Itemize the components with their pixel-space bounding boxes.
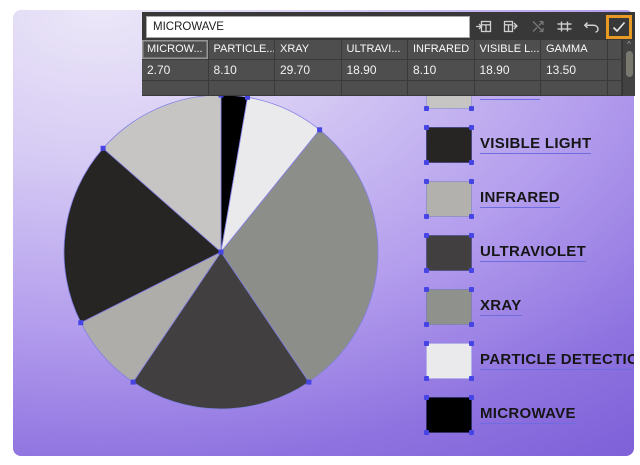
table-header-stub — [607, 40, 622, 60]
selection-handle[interactable] — [469, 322, 474, 327]
table-header-cell[interactable]: XRAY — [275, 40, 342, 60]
table-scrollbar[interactable]: ^ — [622, 40, 635, 96]
import-data-icon[interactable] — [470, 16, 497, 38]
scroll-up-icon[interactable]: ^ — [627, 41, 631, 49]
legend-label[interactable]: INFRARED — [480, 190, 560, 208]
transpose-row-column-icon[interactable] — [497, 16, 524, 38]
table-empty-cell[interactable] — [341, 81, 408, 96]
legend-item[interactable]: XRAY — [424, 287, 522, 327]
selection-handle[interactable] — [424, 179, 429, 184]
table-value-cell[interactable]: 29.70 — [275, 60, 342, 81]
legend-label[interactable]: PARTICLE DETECTION — [480, 352, 634, 370]
legend-label[interactable]: MICROWAVE — [480, 406, 576, 424]
table-value-cell[interactable]: 8.10 — [408, 60, 475, 81]
selection-handle[interactable] — [424, 376, 429, 381]
legend-swatch[interactable] — [424, 395, 474, 435]
table-value-cell[interactable]: 18.90 — [474, 60, 541, 81]
selection-handle[interactable] — [469, 106, 474, 111]
selection-handle[interactable] — [424, 160, 429, 165]
legend-item[interactable]: VISIBLE LIGHT — [424, 125, 592, 165]
table-empty-cell[interactable] — [408, 81, 475, 96]
selection-handle[interactable] — [424, 341, 429, 346]
selection-handle[interactable] — [469, 160, 474, 165]
table-empty-cell[interactable] — [142, 81, 209, 96]
table-header-cell[interactable]: PARTICLE... — [208, 40, 275, 60]
table-empty-cell[interactable] — [275, 81, 342, 96]
table-empty-cell[interactable] — [208, 81, 275, 96]
revert-icon[interactable] — [578, 16, 605, 38]
legend-swatch[interactable] — [424, 179, 474, 219]
selection-handle[interactable] — [424, 430, 429, 435]
selection-handle[interactable] — [424, 233, 429, 238]
switch-xy-icon — [524, 16, 551, 38]
selection-handle[interactable] — [469, 287, 474, 292]
cell-style-icon[interactable] — [551, 16, 578, 38]
table-empty-cell[interactable] — [607, 81, 622, 96]
graph-data-panel: MICROW...PARTICLE...XRAYULTRAVI...INFRAR… — [142, 12, 635, 96]
table-header-cell[interactable]: GAMMA — [541, 40, 608, 60]
selection-handle[interactable] — [469, 430, 474, 435]
legend-label[interactable]: ULTRAVIOLET — [480, 244, 587, 262]
table-header-cell[interactable]: ULTRAVI... — [341, 40, 408, 60]
table-value-cell[interactable]: 8.10 — [208, 60, 275, 81]
table-value-cell[interactable]: 2.70 — [142, 60, 209, 81]
scrollbar-thumb[interactable] — [625, 51, 633, 77]
legend-swatch[interactable] — [424, 287, 474, 327]
legend-item[interactable]: ULTRAVIOLET — [424, 233, 587, 273]
selection-handle[interactable] — [424, 268, 429, 273]
table-header-cell[interactable]: MICROW... — [142, 40, 209, 60]
selection-handle[interactable] — [424, 395, 429, 400]
table-header-cell[interactable]: VISIBLE L... — [474, 40, 541, 60]
legend-item[interactable]: MICROWAVE — [424, 395, 576, 435]
legend-label[interactable]: VISIBLE LIGHT — [480, 136, 592, 154]
legend-item[interactable]: PARTICLE DETECTION — [424, 341, 634, 381]
legend-swatch[interactable] — [424, 125, 474, 165]
selection-handle[interactable] — [469, 233, 474, 238]
table-value-cell[interactable]: 13.50 — [541, 60, 608, 81]
graph-data-table[interactable]: MICROW... PARTICLE... XRAY ULTRAVI... INFRAR… — [142, 40, 622, 96]
selection-handle[interactable] — [469, 376, 474, 381]
apply-check-icon[interactable] — [609, 16, 629, 38]
legend-swatch[interactable] — [424, 341, 474, 381]
selection-handle[interactable] — [424, 125, 429, 130]
selection-handle[interactable] — [469, 214, 474, 219]
selection-handle[interactable] — [424, 214, 429, 219]
selection-handle[interactable] — [469, 341, 474, 346]
selection-handle[interactable] — [469, 395, 474, 400]
table-value-cell[interactable]: 18.90 — [341, 60, 408, 81]
legend-label[interactable]: XRAY — [480, 298, 522, 316]
table-empty-cell[interactable] — [474, 81, 541, 96]
selection-handle[interactable] — [424, 287, 429, 292]
legend-item[interactable]: INFRARED — [424, 179, 560, 219]
cell-entry-input[interactable] — [146, 15, 470, 38]
table-header-cell[interactable]: INFRARED — [408, 40, 475, 60]
table-value-stub — [607, 60, 622, 81]
selection-handle[interactable] — [469, 179, 474, 184]
apply-highlight-box — [606, 14, 632, 39]
graph-data-toolbar — [142, 12, 635, 40]
selection-handle[interactable] — [469, 125, 474, 130]
selection-handle[interactable] — [424, 106, 429, 111]
table-empty-cell[interactable] — [541, 81, 608, 96]
selection-handle[interactable] — [424, 322, 429, 327]
legend-swatch[interactable] — [424, 233, 474, 273]
selection-handle[interactable] — [469, 268, 474, 273]
